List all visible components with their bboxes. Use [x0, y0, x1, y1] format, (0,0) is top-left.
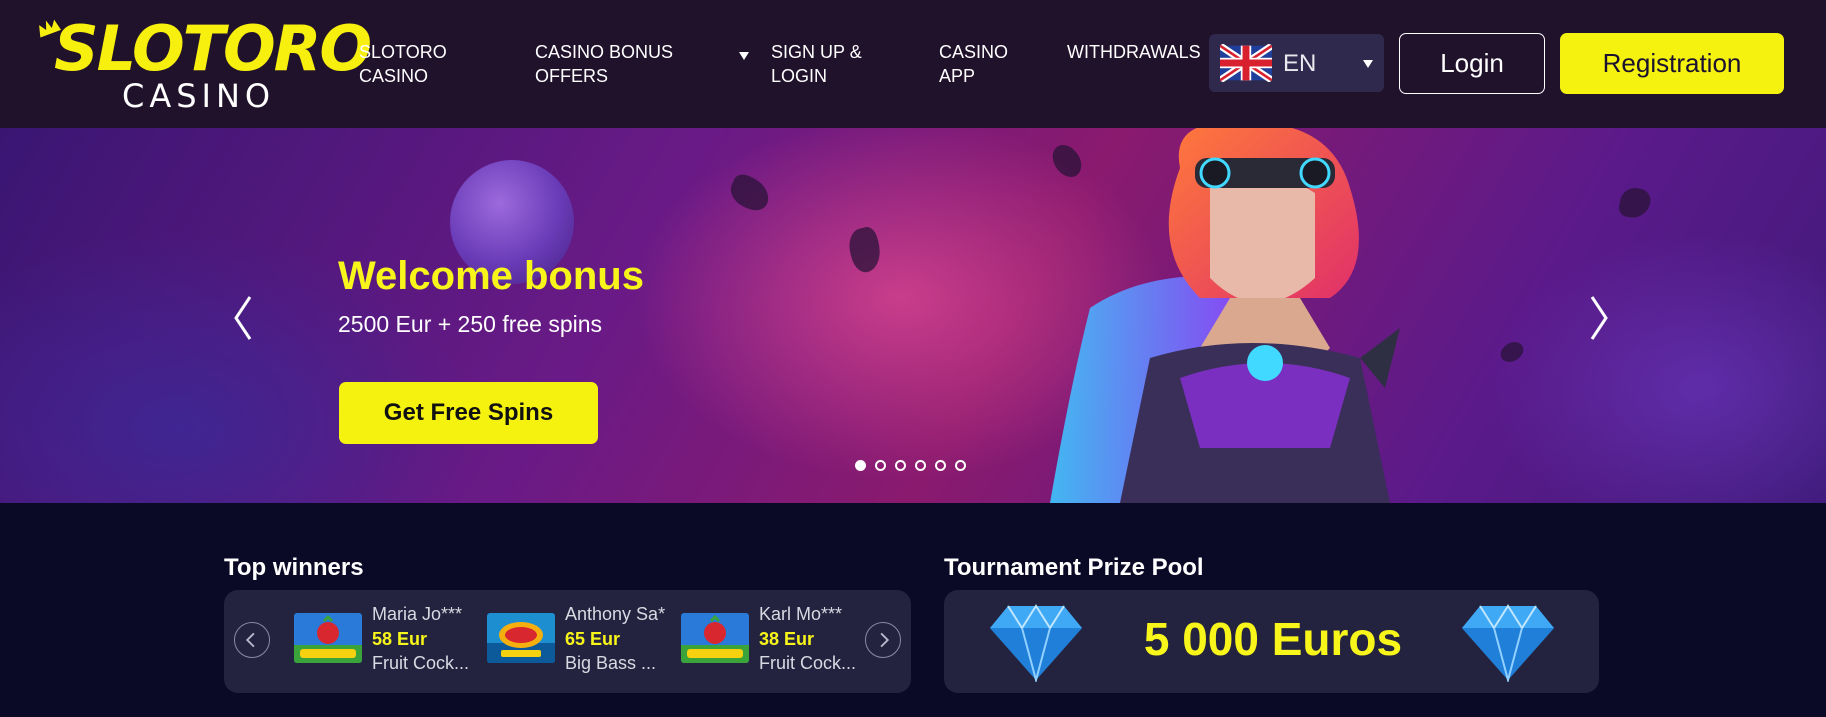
- rock-illustration: [1617, 185, 1653, 221]
- top-winners-title: Top winners: [224, 554, 364, 581]
- get-free-spins-button[interactable]: Get Free Spins: [339, 382, 598, 444]
- chevron-right-icon[interactable]: [865, 622, 901, 658]
- nav-label-line1: CASINO: [939, 42, 1009, 62]
- language-selector[interactable]: EN: [1209, 34, 1384, 92]
- carousel-dot[interactable]: [915, 460, 926, 471]
- diamond-icon: [1462, 604, 1554, 682]
- carousel-dot[interactable]: [855, 460, 866, 471]
- fruit-cocktail-thumbnail: [681, 613, 749, 663]
- tournament-prize-card: 5 000 Euros: [944, 590, 1599, 693]
- rock-illustration: [844, 224, 886, 276]
- winner-name: Karl Mo***: [759, 604, 843, 624]
- winner-item[interactable]: Maria Jo*** 58 Eur Fruit Cock...: [294, 604, 484, 679]
- carousel-dot[interactable]: [875, 460, 886, 471]
- nav-label-line1: WITHDRAWALS: [1067, 42, 1201, 62]
- nav-casino-app[interactable]: CASINO APP: [939, 40, 1008, 88]
- carousel-dot[interactable]: [895, 460, 906, 471]
- rock-illustration: [1497, 338, 1527, 366]
- chevron-down-icon[interactable]: [739, 52, 749, 60]
- big-bass-bonanza-thumbnail: [487, 613, 555, 663]
- nav-label-line2: APP: [939, 66, 976, 86]
- winner-item[interactable]: Anthony Sa*** 65 Eur Big Bass ...: [487, 604, 677, 679]
- winner-amount: 58 Eur: [372, 629, 428, 649]
- hero-title: Welcome bonus: [338, 254, 644, 298]
- uk-flag-icon: [1220, 44, 1272, 82]
- chevron-left-icon[interactable]: [228, 293, 258, 343]
- hero-banner: Welcome bonus 2500 Eur + 250 free spins …: [0, 128, 1826, 503]
- language-code: EN: [1283, 50, 1317, 77]
- chevron-down-icon: [1363, 60, 1373, 68]
- fruit-cocktail-thumbnail: [294, 613, 362, 663]
- nav-label-line2: CASINO: [359, 66, 429, 86]
- winner-amount: 38 Eur: [759, 629, 815, 649]
- login-button[interactable]: Login: [1399, 33, 1545, 94]
- chevron-right-icon[interactable]: [1584, 293, 1614, 343]
- tournament-title: Tournament Prize Pool: [944, 554, 1204, 581]
- logo-wordmark: SLOTORO: [54, 12, 372, 85]
- winner-game: Fruit Cock...: [759, 653, 857, 673]
- carousel-dot[interactable]: [935, 460, 946, 471]
- winner-amount: 65 Eur: [565, 629, 621, 649]
- site-header: SLOTORO CASINO SLOTORO CASINO CASINO BON…: [0, 0, 1826, 128]
- registration-button[interactable]: Registration: [1560, 33, 1784, 94]
- cyber-heroine-illustration: [1050, 128, 1400, 503]
- top-winners-carousel: Maria Jo*** 58 Eur Fruit Cock... Anthony…: [224, 590, 911, 693]
- carousel-dot[interactable]: [955, 460, 966, 471]
- hero-subtitle: 2500 Eur + 250 free spins: [338, 311, 603, 337]
- winner-game: Big Bass ...: [565, 653, 657, 673]
- nav-withdrawals[interactable]: WITHDRAWALS: [1067, 40, 1201, 64]
- nav-casino-bonus-offers[interactable]: CASINO BONUS OFFERS: [535, 40, 673, 88]
- nav-label-line1: SLOTORO: [359, 42, 447, 62]
- winner-name: Maria Jo***: [372, 604, 463, 624]
- diamond-icon: [990, 604, 1082, 682]
- logo-subtitle: CASINO: [122, 77, 276, 115]
- nav-label-line1: CASINO BONUS: [535, 42, 674, 62]
- winner-item[interactable]: Karl Mo*** 38 Eur Fruit Cock...: [681, 604, 871, 679]
- slotoro-logo[interactable]: SLOTORO CASINO: [36, 16, 372, 115]
- nav-label-line1: SIGN UP &: [771, 42, 862, 62]
- chevron-left-icon[interactable]: [234, 622, 270, 658]
- rock-illustration: [725, 170, 775, 216]
- winner-name: Anthony Sa***: [565, 604, 665, 624]
- nav-sign-up-login[interactable]: SIGN UP & LOGIN: [771, 40, 862, 88]
- winner-game: Fruit Cock...: [372, 653, 470, 673]
- prize-pool-amount: 5 000 Euros: [1143, 613, 1403, 665]
- nav-slotoro-casino[interactable]: SLOTORO CASINO: [359, 40, 447, 88]
- nav-label-line2: LOGIN: [771, 66, 828, 86]
- nav-label-line2: OFFERS: [535, 66, 609, 86]
